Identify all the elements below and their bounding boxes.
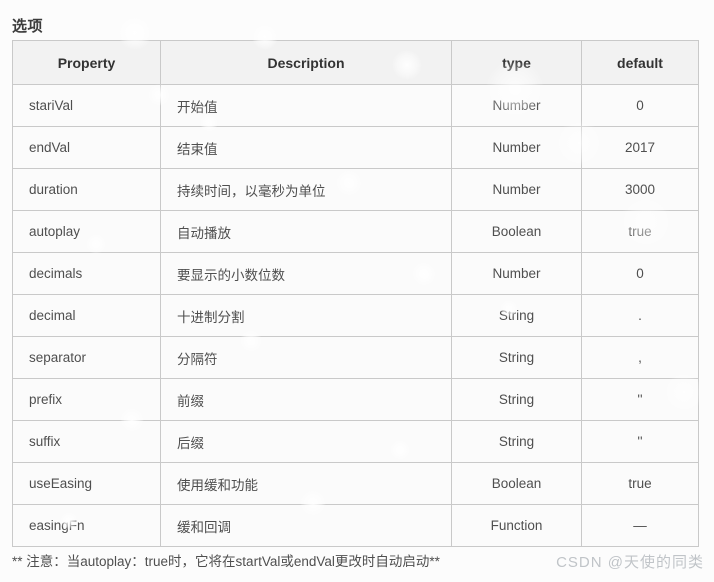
cell-type: Number bbox=[451, 84, 582, 127]
cell-description: 后缀 bbox=[160, 420, 452, 463]
cell-type: Function bbox=[451, 504, 582, 547]
column-header-type: type bbox=[451, 40, 582, 85]
cell-property: duration bbox=[12, 168, 161, 211]
cell-description: 分隔符 bbox=[160, 336, 452, 379]
cell-property: stariVal bbox=[12, 84, 161, 127]
cell-property: decimal bbox=[12, 294, 161, 337]
cell-property: decimals bbox=[12, 252, 161, 295]
cell-default: — bbox=[581, 504, 699, 547]
table-row: prefix 前缀 String '' bbox=[12, 378, 699, 421]
cell-type: String bbox=[451, 336, 582, 379]
cell-description: 开始值 bbox=[160, 84, 452, 127]
cell-description: 持续时间，以毫秒为单位 bbox=[160, 168, 452, 211]
cell-property: prefix bbox=[12, 378, 161, 421]
watermark: CSDN @天使的同类 bbox=[556, 554, 704, 571]
footnote: ** 注意：当autoplay：true时，它将在startVal或endVal… bbox=[12, 554, 440, 569]
cell-type: String bbox=[451, 420, 582, 463]
cell-property: suffix bbox=[12, 420, 161, 463]
cell-default: true bbox=[581, 210, 699, 253]
page-title: 选项 bbox=[12, 18, 44, 36]
cell-default: '' bbox=[581, 420, 699, 463]
cell-default: true bbox=[581, 462, 699, 505]
cell-property: useEasing bbox=[12, 462, 161, 505]
cell-description: 前缀 bbox=[160, 378, 452, 421]
column-header-default: default bbox=[581, 40, 699, 85]
cell-description: 自动播放 bbox=[160, 210, 452, 253]
cell-type: Boolean bbox=[451, 462, 582, 505]
cell-type: String bbox=[451, 378, 582, 421]
cell-type: Number bbox=[451, 168, 582, 211]
column-header-property: Property bbox=[12, 40, 161, 85]
cell-description: 缓和回调 bbox=[160, 504, 452, 547]
options-table-container: Property Description type default stariV… bbox=[12, 40, 699, 547]
cell-type: Number bbox=[451, 126, 582, 169]
table-row: autoplay 自动播放 Boolean true bbox=[12, 210, 699, 253]
table-row: useEasing 使用缓和功能 Boolean true bbox=[12, 462, 699, 505]
table-row: decimal 十进制分割 String . bbox=[12, 294, 699, 337]
cell-type: Boolean bbox=[451, 210, 582, 253]
cell-property: easingFn bbox=[12, 504, 161, 547]
cell-default: '' bbox=[581, 378, 699, 421]
table-row: decimals 要显示的小数位数 Number 0 bbox=[12, 252, 699, 295]
table-header: Property Description type default bbox=[12, 40, 699, 85]
table-body: stariVal 开始值 Number 0 endVal 结束值 Number … bbox=[12, 84, 699, 547]
column-header-description: Description bbox=[160, 40, 452, 85]
cell-property: autoplay bbox=[12, 210, 161, 253]
table-row: suffix 后缀 String '' bbox=[12, 420, 699, 463]
options-table: Property Description type default stariV… bbox=[12, 40, 699, 547]
table-row: separator 分隔符 String , bbox=[12, 336, 699, 379]
cell-default: 0 bbox=[581, 84, 699, 127]
cell-description: 要显示的小数位数 bbox=[160, 252, 452, 295]
cell-description: 结束值 bbox=[160, 126, 452, 169]
cell-property: endVal bbox=[12, 126, 161, 169]
cell-property: separator bbox=[12, 336, 161, 379]
cell-default: . bbox=[581, 294, 699, 337]
cell-default: 0 bbox=[581, 252, 699, 295]
table-row: endVal 结束值 Number 2017 bbox=[12, 126, 699, 169]
cell-default: 3000 bbox=[581, 168, 699, 211]
cell-type: String bbox=[451, 294, 582, 337]
cell-default: , bbox=[581, 336, 699, 379]
table-header-row: Property Description type default bbox=[12, 40, 699, 85]
cell-description: 十进制分割 bbox=[160, 294, 452, 337]
table-row: duration 持续时间，以毫秒为单位 Number 3000 bbox=[12, 168, 699, 211]
cell-description: 使用缓和功能 bbox=[160, 462, 452, 505]
cell-default: 2017 bbox=[581, 126, 699, 169]
table-row: stariVal 开始值 Number 0 bbox=[12, 84, 699, 127]
table-row: easingFn 缓和回调 Function — bbox=[12, 504, 699, 547]
cell-type: Number bbox=[451, 252, 582, 295]
